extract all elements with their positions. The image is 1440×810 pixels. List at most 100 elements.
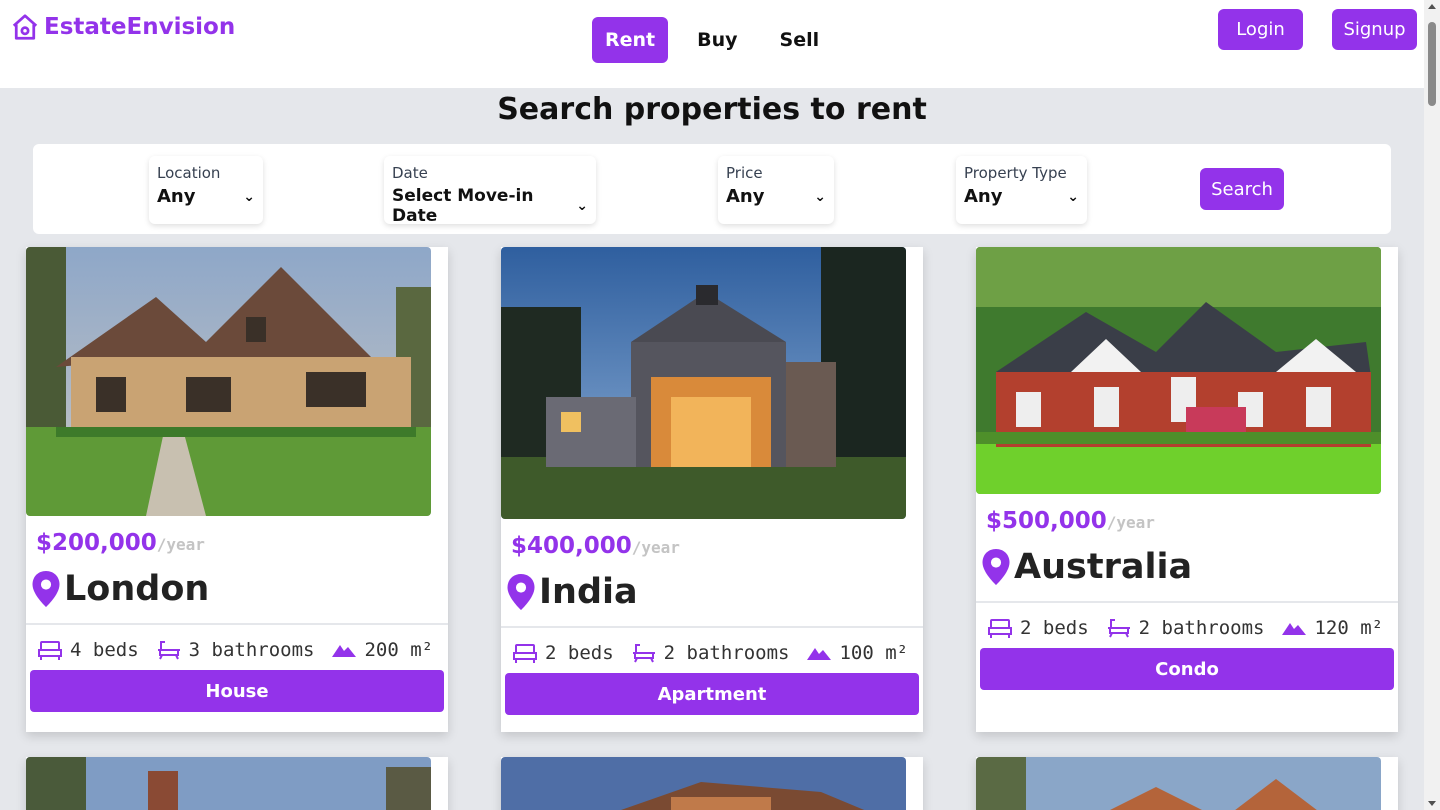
area-size: 120 m² <box>1314 617 1384 639</box>
location-label: Location <box>157 164 221 182</box>
baths-count: 2 bathrooms <box>1138 617 1265 639</box>
brand-logo[interactable]: EstateEnvision <box>10 12 235 42</box>
mode-tabs: Rent Buy Sell <box>592 17 848 63</box>
price-period: /year <box>1106 513 1155 532</box>
price-select[interactable]: Price Any ⌄ <box>718 156 834 224</box>
price-period: /year <box>156 535 205 554</box>
top-navbar: EstateEnvision Rent Buy Sell Login Signu… <box>0 0 1424 88</box>
map-pin-icon <box>507 574 535 610</box>
house-photo-image <box>26 247 431 516</box>
date-value: Select Move-in Date <box>392 186 534 226</box>
scroll-down-arrow-icon[interactable] <box>1428 801 1436 806</box>
listing-price: $200,000/year <box>36 530 205 556</box>
date-label: Date <box>392 164 428 182</box>
card-divider <box>501 626 923 628</box>
property-photo[interactable] <box>501 247 906 519</box>
login-button[interactable]: Login <box>1218 9 1303 50</box>
brand-name: EstateEnvision <box>44 14 236 40</box>
chevron-down-icon: ⌄ <box>814 188 826 205</box>
property-photo[interactable] <box>501 757 906 810</box>
baths-info: 2 bathrooms <box>632 642 790 664</box>
bathtub-icon <box>632 644 655 663</box>
date-select[interactable]: Date Select Move-in Date ⌄ <box>384 156 596 226</box>
area-mountain-icon <box>1282 623 1307 635</box>
area-mountain-icon <box>807 648 832 660</box>
property-photo[interactable] <box>26 757 431 810</box>
scrollbar-thumb[interactable] <box>1428 22 1436 106</box>
area-info: 200 m² <box>332 639 433 661</box>
property-type-select[interactable]: Property Type Any ⌄ <box>956 156 1087 224</box>
beds-count: 2 beds <box>545 642 614 664</box>
beds-info: 2 beds <box>513 642 614 664</box>
map-pin-icon <box>32 571 60 607</box>
listing-card[interactable]: $200,000/year London 4 beds 3 bathrooms … <box>26 247 448 732</box>
baths-info: 3 bathrooms <box>157 639 315 661</box>
baths-count: 2 bathrooms <box>663 642 790 664</box>
property-type-value: Any <box>964 186 1003 207</box>
property-photo[interactable] <box>976 247 1381 494</box>
baths-info: 2 bathrooms <box>1107 617 1265 639</box>
listing-price: $500,000/year <box>986 508 1155 534</box>
listing-card[interactable] <box>501 757 923 810</box>
beds-count: 4 beds <box>70 639 139 661</box>
chevron-down-icon: ⌄ <box>243 188 255 205</box>
search-button[interactable]: Search <box>1200 168 1284 210</box>
property-type-label: Property Type <box>964 164 1067 182</box>
area-info: 120 m² <box>1282 617 1383 639</box>
bathtub-icon <box>1107 619 1130 638</box>
bed-icon <box>38 641 62 660</box>
house-photo-image <box>501 247 906 519</box>
city-name: India <box>539 572 638 612</box>
price-amount: $400,000 <box>511 533 632 559</box>
area-mountain-icon <box>332 645 357 657</box>
house-photo-image <box>26 757 431 810</box>
chevron-down-icon: ⌄ <box>576 198 588 214</box>
listing-features: 4 beds 3 bathrooms 200 m² <box>38 639 451 661</box>
city-name: Australia <box>1014 547 1193 587</box>
signup-button[interactable]: Signup <box>1332 9 1417 50</box>
house-photo-image <box>976 247 1381 494</box>
property-type-button[interactable]: Condo <box>980 648 1394 690</box>
area-size: 100 m² <box>839 642 909 664</box>
property-photo[interactable] <box>976 757 1381 810</box>
listing-card[interactable] <box>976 757 1398 810</box>
property-type-button[interactable]: House <box>30 670 444 712</box>
card-divider <box>976 601 1398 603</box>
tab-rent[interactable]: Rent <box>592 17 669 63</box>
search-filter-bar: Location Any ⌄ Date Select Move-in Date ⌄ … <box>33 144 1391 234</box>
price-amount: $500,000 <box>986 508 1107 534</box>
house-photo-image <box>501 757 906 810</box>
listing-features: 2 beds 2 bathrooms 120 m² <box>988 617 1401 639</box>
listing-card[interactable] <box>26 757 448 810</box>
listing-location: Australia <box>982 547 1192 587</box>
area-info: 100 m² <box>807 642 908 664</box>
baths-count: 3 bathrooms <box>188 639 315 661</box>
price-amount: $200,000 <box>36 530 157 556</box>
page-scrollbar[interactable] <box>1424 0 1440 810</box>
price-value: Any <box>726 186 765 207</box>
bed-icon <box>513 644 537 663</box>
property-type-button[interactable]: Apartment <box>505 673 919 715</box>
price-period: /year <box>631 538 680 557</box>
house-photo-image <box>976 757 1381 810</box>
home-icon <box>12 14 38 40</box>
location-select[interactable]: Location Any ⌄ <box>149 156 263 224</box>
listing-features: 2 beds 2 bathrooms 100 m² <box>513 642 926 664</box>
tab-sell[interactable]: Sell <box>767 17 833 63</box>
beds-count: 2 beds <box>1020 617 1089 639</box>
area-size: 200 m² <box>364 639 434 661</box>
listing-card[interactable]: $500,000/year Australia 2 beds 2 bathroo… <box>976 247 1398 732</box>
beds-info: 4 beds <box>38 639 139 661</box>
bed-icon <box>988 619 1012 638</box>
page-title: Search properties to rent <box>497 92 927 127</box>
location-value: Any <box>157 186 196 207</box>
city-name: London <box>64 569 210 609</box>
listing-location: London <box>32 569 209 609</box>
property-photo[interactable] <box>26 247 431 516</box>
tab-buy[interactable]: Buy <box>684 17 750 63</box>
beds-info: 2 beds <box>988 617 1089 639</box>
listing-card[interactable]: $400,000/year India 2 beds 2 bathrooms 1… <box>501 247 923 732</box>
listing-price: $400,000/year <box>511 533 680 559</box>
price-label: Price <box>726 164 763 182</box>
scroll-up-arrow-icon[interactable] <box>1428 4 1436 9</box>
